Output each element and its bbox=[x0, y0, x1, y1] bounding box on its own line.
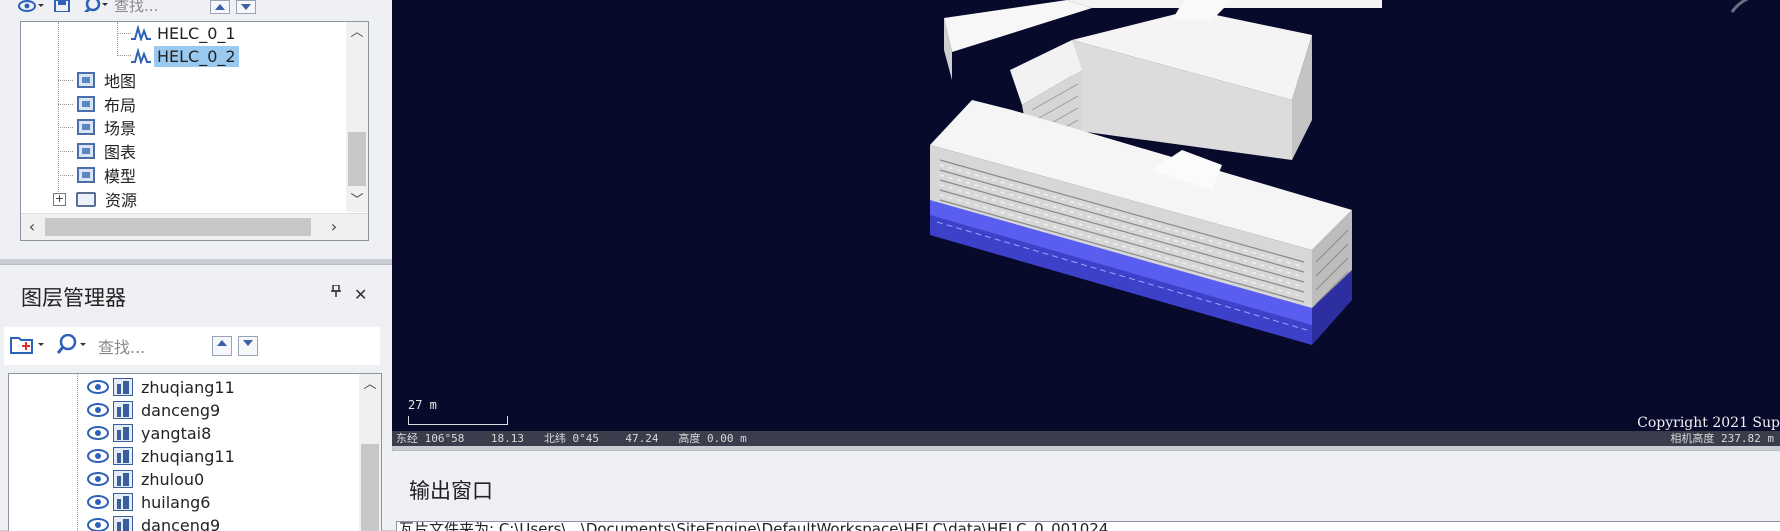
scroll-right-icon[interactable]: › bbox=[323, 214, 345, 240]
camera-height-readout: 相机高度 237.82 m bbox=[1670, 431, 1774, 446]
output-log-line: 瓦片文件夹为: C:\Users\...\Documents\SiteEngin… bbox=[399, 521, 1108, 531]
layer-name: yangtai8 bbox=[141, 424, 211, 443]
tree-vertical-scrollbar[interactable]: ︿ ﹀ bbox=[346, 22, 368, 212]
move-up-button[interactable] bbox=[210, 0, 230, 14]
visibility-eye-icon[interactable] bbox=[87, 403, 109, 417]
folder-icon bbox=[76, 192, 96, 207]
list-item[interactable]: zhulou0 bbox=[87, 468, 204, 490]
workspace-toolbar: 查找... bbox=[18, 0, 358, 14]
workspace-panel: 查找... HELC_0_1 HELC_0_2 地图 布局 bbox=[0, 0, 393, 259]
tree-item-scene[interactable]: 场景 bbox=[77, 116, 139, 138]
scroll-down-icon[interactable]: ﹀ bbox=[346, 190, 368, 212]
layer-search-input[interactable]: 查找... bbox=[98, 334, 198, 358]
model-layer-icon bbox=[113, 424, 133, 442]
chart-icon bbox=[77, 143, 95, 159]
copyright-text: Copyright 2021 Sup bbox=[1637, 415, 1780, 431]
layout-icon bbox=[77, 96, 95, 112]
tree-item-layout[interactable]: 布局 bbox=[77, 93, 139, 115]
list-item[interactable]: zhuqiang11 bbox=[87, 445, 235, 467]
visibility-eye-icon[interactable] bbox=[87, 518, 109, 531]
scroll-up-icon[interactable]: ︿ bbox=[346, 22, 368, 44]
layer-manager-panel: 图层管理器 ✕ 查找... zhuqiang11 danceng9 yang bbox=[0, 264, 393, 530]
tree-item-label: 图表 bbox=[101, 138, 139, 164]
scroll-left-icon[interactable]: ‹ bbox=[21, 214, 43, 240]
workspace-search-input[interactable]: 查找... bbox=[114, 0, 204, 14]
output-title: 输出窗口 bbox=[409, 475, 493, 505]
scale-bar bbox=[408, 416, 508, 425]
scale-label: 27 m bbox=[408, 398, 437, 412]
add-layer-dropdown-icon[interactable] bbox=[10, 334, 46, 358]
layer-list: zhuqiang11 danceng9 yangtai8 zhuqiang11 … bbox=[8, 373, 382, 531]
visibility-eye-icon[interactable] bbox=[87, 449, 109, 463]
model-layer-icon bbox=[113, 493, 133, 511]
tree-item-helc-0-1[interactable]: HELC_0_1 bbox=[131, 22, 239, 44]
layer-name: zhuqiang11 bbox=[141, 447, 235, 466]
model-icon bbox=[77, 167, 95, 183]
scroll-thumb[interactable] bbox=[348, 132, 366, 186]
scene-status-bar: 东经 106°58 18.13 北纬 0°45 47.24 高度 0.00 m … bbox=[392, 431, 1780, 446]
visibility-eye-icon[interactable] bbox=[87, 472, 109, 486]
scene-viewport[interactable]: 27 m Copyright 2021 Sup 东经 106°58 18.13 … bbox=[392, 0, 1780, 446]
search-icon[interactable] bbox=[56, 334, 88, 358]
scroll-thumb[interactable] bbox=[45, 218, 311, 236]
visibility-eye-icon[interactable] bbox=[87, 495, 109, 509]
layer-move-up-button[interactable] bbox=[212, 336, 232, 356]
layer-vertical-scrollbar[interactable]: ︿ bbox=[359, 374, 381, 531]
scene-icon bbox=[77, 119, 95, 135]
building-model bbox=[392, 0, 1780, 446]
panel-title: 图层管理器 bbox=[21, 282, 126, 312]
save-icon[interactable] bbox=[54, 0, 72, 14]
model-layer-icon bbox=[113, 401, 133, 419]
tree-item-label: HELC_0_1 bbox=[154, 23, 239, 44]
tree-item-label: HELC_0_2 bbox=[154, 46, 239, 67]
scroll-up-icon[interactable]: ︿ bbox=[359, 374, 381, 396]
list-item[interactable]: danceng9 bbox=[87, 399, 220, 421]
tree-item-label: 场景 bbox=[101, 114, 139, 140]
layer-toolbar: 查找... bbox=[4, 327, 380, 365]
expand-toggle[interactable]: + bbox=[53, 193, 66, 206]
layer-name: zhuqiang11 bbox=[141, 378, 235, 397]
tree-item-model[interactable]: 模型 bbox=[77, 164, 139, 186]
output-window: 输出窗口 瓦片文件夹为: C:\Users\...\Documents\Site… bbox=[392, 450, 1780, 530]
list-item[interactable]: yangtai8 bbox=[87, 422, 211, 444]
tree-item-chart[interactable]: 图表 bbox=[77, 140, 139, 162]
pin-icon[interactable] bbox=[331, 285, 341, 301]
tree-item-map[interactable]: 地图 bbox=[77, 69, 139, 91]
dataset-wave-icon bbox=[131, 48, 151, 64]
tree-item-resources[interactable]: 资源 bbox=[76, 188, 140, 210]
layer-move-down-button[interactable] bbox=[238, 336, 258, 356]
search-icon[interactable] bbox=[84, 0, 102, 14]
list-item[interactable]: zhuqiang11 bbox=[87, 376, 235, 398]
move-down-button[interactable] bbox=[236, 0, 256, 14]
output-log[interactable]: 瓦片文件夹为: C:\Users\...\Documents\SiteEngin… bbox=[396, 521, 1780, 531]
model-layer-icon bbox=[113, 378, 133, 396]
tree-item-label: 地图 bbox=[101, 67, 139, 93]
model-layer-icon bbox=[113, 447, 133, 465]
visibility-eye-icon[interactable] bbox=[87, 380, 109, 394]
dataset-wave-icon bbox=[131, 25, 151, 41]
tree-item-helc-0-2[interactable]: HELC_0_2 bbox=[131, 45, 239, 67]
tree-item-label: 资源 bbox=[102, 186, 140, 212]
tree-item-label: 模型 bbox=[101, 162, 139, 188]
close-icon[interactable]: ✕ bbox=[354, 285, 367, 304]
model-layer-icon bbox=[113, 470, 133, 488]
layer-name: danceng9 bbox=[141, 401, 220, 420]
tree-horizontal-scrollbar[interactable]: ‹ › bbox=[21, 213, 368, 240]
coordinates-readout: 东经 106°58 18.13 北纬 0°45 47.24 高度 0.00 m bbox=[396, 431, 747, 446]
layer-name: zhulou0 bbox=[141, 470, 204, 489]
eye-dropdown-icon[interactable] bbox=[18, 0, 36, 14]
workspace-tree: HELC_0_1 HELC_0_2 地图 布局 场景 图表 模型 + bbox=[20, 21, 369, 241]
scroll-thumb[interactable] bbox=[361, 444, 379, 531]
list-item[interactable]: huilang6 bbox=[87, 491, 210, 513]
map-icon bbox=[77, 72, 95, 88]
visibility-eye-icon[interactable] bbox=[87, 426, 109, 440]
list-item[interactable]: danceng9 bbox=[87, 514, 220, 531]
layer-name: huilang6 bbox=[141, 493, 210, 512]
